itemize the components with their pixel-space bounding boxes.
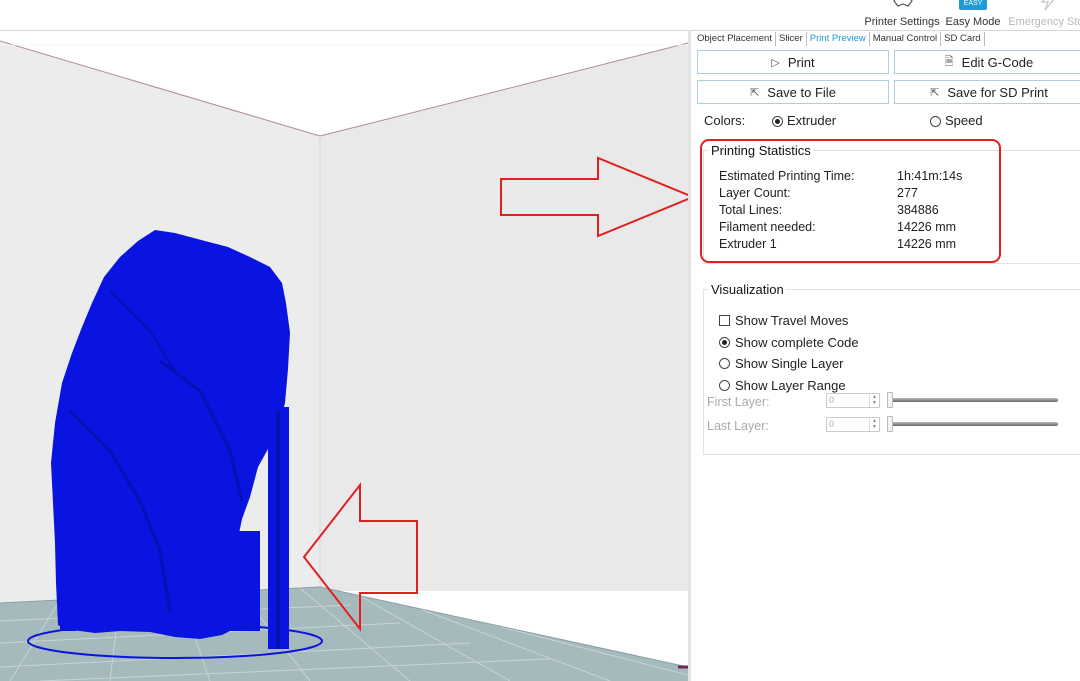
support-pillar (268, 411, 276, 649)
save-for-sd-button[interactable]: ⇱ Save for SD Print (894, 80, 1080, 104)
play-icon: ▷ (771, 56, 780, 69)
panel-splitter[interactable] (688, 31, 691, 681)
easy-mode-label: Easy Mode (945, 16, 1001, 28)
first-layer-label: First Layer: (707, 395, 770, 409)
colors-label: Colors: (704, 113, 746, 128)
show-single-layer-label: Show Single Layer (735, 356, 844, 372)
last-layer-spinbox[interactable]: 0 ▴ ▾ (826, 417, 880, 432)
save-to-file-button[interactable]: ⇱ Save to File (697, 80, 889, 104)
extruder-label: Extruder (787, 113, 837, 128)
radio-icon (930, 116, 941, 128)
edit-gcode-button[interactable]: 🗎 Edit G-Code (894, 50, 1080, 74)
first-layer-slider[interactable] (890, 398, 1058, 402)
show-single-layer-radio[interactable]: Show Single Layer (719, 353, 859, 375)
print-label: Print (787, 54, 815, 70)
last-layer-slider[interactable] (890, 422, 1058, 426)
radio-icon (719, 379, 730, 391)
printer-settings-button[interactable]: Printer Settings (862, 0, 942, 30)
last-layer-value: 0 (829, 419, 835, 429)
visualization-title: Visualization (709, 282, 786, 297)
speed-label: Speed (945, 113, 983, 128)
save-to-file-label: Save to File (767, 84, 836, 100)
last-layer-row: Last Layer: 0 ▴ ▾ (707, 416, 1067, 437)
tab-slicer[interactable]: Slicer (776, 32, 807, 46)
statistics-highlight-annotation (700, 139, 1001, 263)
3d-viewport[interactable] (0, 31, 688, 681)
first-layer-value: 0 (829, 395, 835, 405)
show-travel-moves-label: Show Travel Moves (735, 313, 849, 329)
colors-row: Colors: Extruder Speed (704, 113, 1080, 131)
save-for-sd-label: Save for SD Print (947, 84, 1048, 100)
radio-selected-icon (772, 116, 783, 128)
radio-icon (719, 358, 730, 370)
tab-sd-card[interactable]: SD Card (941, 32, 985, 46)
easy-mode-button[interactable]: EASY Easy Mode (944, 0, 1002, 30)
last-layer-label: Last Layer: (707, 419, 769, 433)
export-icon: ⇱ (930, 86, 940, 99)
gear-icon (893, 0, 913, 7)
visualization-options: Show Travel Moves Show complete Code Sho… (719, 310, 859, 396)
first-layer-spinbox[interactable]: 0 ▴ ▾ (826, 393, 880, 408)
right-panel: Object Placement Slicer Print Preview Ma… (692, 31, 1080, 681)
checkbox-icon (719, 315, 730, 327)
spin-arrows-icon: ▴ ▾ (869, 418, 879, 431)
top-toolbar: Printer Settings EASY Easy Mode Emergenc… (0, 0, 1080, 31)
first-layer-row: First Layer: 0 ▴ ▾ (707, 392, 1067, 413)
emergency-stop-button[interactable]: Emergency Stop (1004, 0, 1080, 30)
spin-arrows-icon: ▴ ▾ (869, 394, 879, 407)
show-complete-code-label: Show complete Code (735, 334, 859, 350)
tab-object-placement[interactable]: Object Placement (694, 32, 776, 46)
color-extruder-radio[interactable]: Extruder (772, 113, 836, 128)
print-button[interactable]: ▷ Print (697, 50, 889, 74)
printer-settings-label: Printer Settings (864, 16, 940, 28)
print-preview-scene (0, 31, 688, 681)
support-pillar (280, 407, 289, 649)
lightning-icon (1040, 0, 1055, 10)
tab-print-preview[interactable]: Print Preview (807, 32, 870, 46)
show-complete-code-radio[interactable]: Show complete Code (719, 332, 859, 354)
color-speed-radio[interactable]: Speed (930, 113, 983, 128)
easy-mode-icon: EASY (959, 0, 987, 10)
last-layer-slider-handle[interactable] (887, 416, 893, 432)
first-layer-slider-handle[interactable] (887, 392, 893, 408)
emergency-stop-label: Emergency Stop (1008, 16, 1080, 28)
tab-bar: Object Placement Slicer Print Preview Ma… (694, 32, 985, 47)
export-icon: ⇱ (750, 86, 760, 99)
tab-manual-control[interactable]: Manual Control (870, 32, 942, 46)
radio-selected-icon (719, 336, 730, 348)
show-layer-range-label: Show Layer Range (735, 377, 846, 393)
edit-gcode-label: Edit G-Code (961, 54, 1034, 70)
show-travel-moves-checkbox[interactable]: Show Travel Moves (719, 310, 859, 332)
edit-file-icon: 🗎 (944, 55, 954, 68)
